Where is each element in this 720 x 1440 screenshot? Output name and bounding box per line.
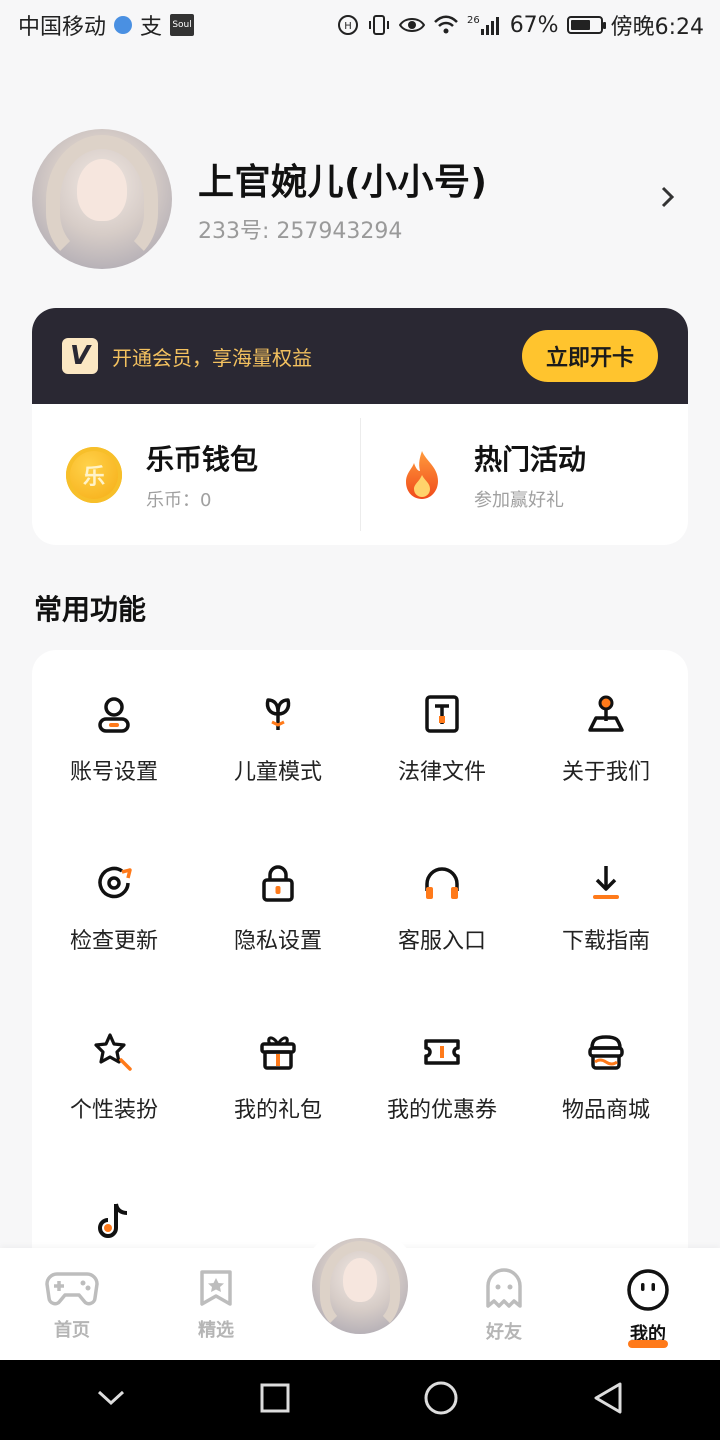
function-label: 隐私设置 — [233, 929, 322, 954]
vip-logo-icon: V — [62, 338, 98, 374]
function-label: 下载指南 — [561, 929, 650, 954]
function-label: 我的优惠券 — [386, 1098, 497, 1123]
vibrate-icon — [367, 14, 391, 36]
chevron-down-icon[interactable] — [96, 1388, 126, 1412]
notification-dot-icon — [114, 16, 133, 34]
function-privacy-settings[interactable]: 隐私设置 — [196, 859, 360, 1028]
function-my-coupons[interactable]: 我的优惠券 — [360, 1028, 524, 1197]
nav-featured[interactable]: 精选 — [144, 1248, 288, 1360]
bookmark-star-icon — [196, 1268, 236, 1312]
function-legal-docs[interactable]: 法律文件 — [360, 690, 524, 859]
function-label: 账号设置 — [69, 760, 158, 785]
function-download-guide[interactable]: 下载指南 — [524, 859, 688, 1028]
events-entry[interactable]: 热门活动 参加赢好礼 — [360, 404, 688, 545]
avatar[interactable] — [32, 129, 172, 269]
open-card-button[interactable]: 立即开卡 — [522, 330, 658, 382]
vip-banner[interactable]: V 开通会员，享海量权益 立即开卡 — [32, 308, 688, 404]
function-label: 法律文件 — [397, 760, 486, 785]
battery-icon — [566, 16, 606, 34]
star-wand-icon — [90, 1028, 138, 1076]
coupon-icon — [418, 1028, 466, 1076]
avatar — [312, 1238, 408, 1334]
tiktok-icon — [90, 1197, 138, 1245]
function-label: 儿童模式 — [233, 760, 322, 785]
function-label: 我的礼包 — [233, 1098, 322, 1123]
bottom-nav: 首页 精选 好友 我的 — [0, 1226, 720, 1360]
wallet-title: 乐币钱包 — [146, 442, 259, 476]
nav-center-avatar[interactable] — [300, 1226, 420, 1346]
status-bar: 中国移动 支 Soul H 26 67% 傍晚6:24 — [0, 0, 720, 50]
lock-icon — [254, 859, 302, 907]
gamepad-icon — [45, 1268, 99, 1312]
function-check-update[interactable]: 检查更新 — [32, 859, 196, 1028]
headphones-icon — [418, 859, 466, 907]
function-about-us[interactable]: 关于我们 — [524, 690, 688, 859]
recents-button[interactable] — [259, 1382, 291, 1418]
clock: 傍晚6:24 — [610, 15, 704, 40]
svg-text:H: H — [344, 21, 352, 32]
refresh-icon — [90, 859, 138, 907]
user-icon — [90, 690, 138, 738]
active-indicator — [628, 1340, 668, 1348]
soul-icon: Soul — [170, 14, 195, 36]
function-label: 检查更新 — [69, 929, 158, 954]
function-label: 客服入口 — [397, 929, 486, 954]
nav-label: 首页 — [54, 1320, 90, 1341]
vip-promo-text: 开通会员，享海量权益 — [112, 345, 312, 370]
profile-header[interactable]: 上官婉儿(小小号) 233号: 257943294 — [32, 128, 688, 270]
function-my-gifts[interactable]: 我的礼包 — [196, 1028, 360, 1197]
function-label: 个性装扮 — [69, 1098, 158, 1123]
ghost-icon — [484, 1268, 524, 1314]
function-label: 物品商城 — [561, 1098, 650, 1123]
functions-card: 账号设置 儿童模式 法律文件 关于我们 检查更新 隐私设置 客服入口 下载指南 … — [32, 650, 688, 1270]
events-subtitle: 参加赢好礼 — [474, 489, 564, 511]
chevron-right-icon[interactable] — [648, 182, 688, 217]
events-title: 热门活动 — [474, 442, 587, 476]
face-icon — [626, 1268, 670, 1316]
alipay-icon: 支 — [140, 15, 163, 40]
battery-percent: 67% — [509, 12, 559, 38]
signal-icon: 26 — [467, 15, 502, 35]
system-nav-bar — [0, 1360, 720, 1440]
nav-home[interactable]: 首页 — [0, 1248, 144, 1360]
function-account-settings[interactable]: 账号设置 — [32, 690, 196, 859]
function-kids-mode[interactable]: 儿童模式 — [196, 690, 360, 859]
download-icon — [582, 859, 630, 907]
nav-label: 精选 — [198, 1320, 234, 1341]
function-item-shop[interactable]: 物品商城 — [524, 1028, 688, 1197]
coin-icon: 乐 — [66, 446, 122, 503]
home-button[interactable] — [423, 1380, 459, 1420]
back-button[interactable] — [592, 1381, 624, 1419]
nav-friends[interactable]: 好友 — [432, 1248, 576, 1360]
nav-mine[interactable]: 我的 — [576, 1248, 720, 1360]
wifi-icon — [433, 15, 459, 35]
wallet-balance: 乐币：0 — [146, 489, 212, 511]
function-personal-style[interactable]: 个性装扮 — [32, 1028, 196, 1197]
function-customer-service[interactable]: 客服入口 — [360, 859, 524, 1028]
carrier-label: 中国移动 — [18, 15, 107, 40]
eye-icon — [398, 16, 425, 34]
nav-label: 好友 — [486, 1322, 522, 1343]
document-icon — [418, 690, 466, 738]
joystick-icon — [582, 690, 630, 738]
network-type-label: 26 — [466, 15, 480, 26]
hd-icon: H — [337, 14, 359, 36]
vip-card: V 开通会员，享海量权益 立即开卡 乐 乐币钱包 乐币：0 热门活动 参加赢好礼 — [32, 308, 688, 545]
wallet-entry[interactable]: 乐 乐币钱包 乐币：0 — [32, 404, 360, 545]
shop-icon — [582, 1028, 630, 1076]
gift-icon — [254, 1028, 302, 1076]
section-title: 常用功能 — [34, 593, 147, 626]
fire-icon — [394, 447, 450, 503]
profile-id: 233号: 257943294 — [198, 219, 403, 244]
function-label: 关于我们 — [561, 760, 650, 785]
profile-name: 上官婉儿(小小号) — [198, 162, 488, 203]
sprout-icon — [254, 690, 302, 738]
